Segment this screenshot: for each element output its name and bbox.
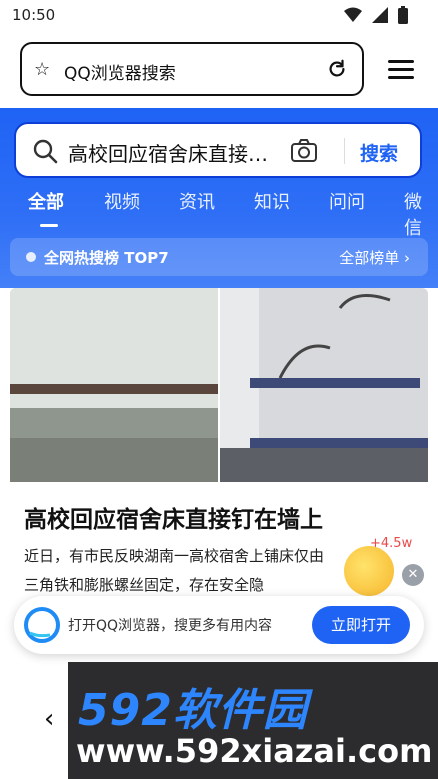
tab-video[interactable]: 视频 — [104, 188, 140, 214]
camera-icon[interactable] — [290, 138, 318, 164]
open-app-banner[interactable]: 打开QQ浏览器，搜更多有用内容 立即打开 — [14, 596, 424, 654]
watermark-url: www.592xiazai.com — [76, 732, 433, 770]
tab-indicator — [40, 224, 58, 227]
watermark: 592软件园 www.592xiazai.com — [68, 662, 438, 779]
address-bar[interactable]: ☆ QQ浏览器搜索 — [20, 42, 364, 96]
tab-news[interactable]: 资讯 — [179, 188, 215, 214]
address-text[interactable]: QQ浏览器搜索 — [64, 59, 176, 84]
wifi-icon — [344, 7, 362, 22]
menu-icon[interactable] — [388, 60, 414, 80]
refresh-icon[interactable] — [326, 58, 348, 80]
watermark-logo: 592软件园 — [78, 685, 308, 736]
news-title[interactable]: 高校回应宿舍床直接钉在墙上 — [24, 500, 323, 534]
reward-count: +4.5w — [370, 536, 413, 551]
qq-browser-logo-icon — [24, 607, 60, 643]
search-header: 高校回应宿舍床直接… 搜索 全部 视频 资讯 知识 问问 微信 全网热搜榜 TO… — [0, 108, 438, 288]
back-icon[interactable]: ‹ — [44, 704, 54, 734]
search-divider — [344, 138, 345, 164]
hot-icon — [26, 252, 36, 262]
category-tabs: 全部 视频 资讯 知识 问问 微信 — [0, 188, 438, 239]
hot-search-bar[interactable]: 全网热搜榜 TOP7 全部榜单 › — [10, 238, 428, 276]
tab-qa[interactable]: 问问 — [329, 188, 365, 214]
status-bar: 10:50 — [0, 0, 438, 32]
battery-icon — [398, 6, 408, 24]
tab-wechat[interactable]: 微信 — [404, 188, 438, 240]
open-app-text: 打开QQ浏览器，搜更多有用内容 — [68, 618, 273, 634]
star-icon[interactable]: ☆ — [34, 59, 50, 80]
open-now-button[interactable]: 立即打开 — [312, 606, 410, 644]
address-bar-area: ☆ QQ浏览器搜索 — [0, 32, 438, 108]
reward-emoji-icon[interactable] — [344, 546, 394, 596]
status-time: 10:50 — [12, 6, 56, 24]
search-button[interactable]: 搜索 — [360, 139, 398, 166]
status-icons — [344, 6, 408, 24]
search-icon — [33, 139, 58, 164]
tab-knowledge[interactable]: 知识 — [254, 188, 290, 214]
news-image[interactable] — [10, 288, 428, 482]
tab-all[interactable]: 全部 — [28, 188, 64, 214]
search-box[interactable]: 高校回应宿舍床直接… 搜索 — [14, 122, 422, 178]
signal-icon — [372, 7, 388, 23]
close-icon[interactable]: ✕ — [402, 564, 424, 586]
news-summary: 近日，有市民反映湖南一高校宿舍上铺床仅由三角铁和膨胀螺丝固定，存在安全隐 — [24, 547, 325, 594]
search-input[interactable]: 高校回应宿舍床直接… — [68, 138, 288, 167]
all-rankings-link[interactable]: 全部榜单 › — [339, 247, 410, 268]
hot-search-title: 全网热搜榜 TOP7 — [44, 249, 169, 267]
